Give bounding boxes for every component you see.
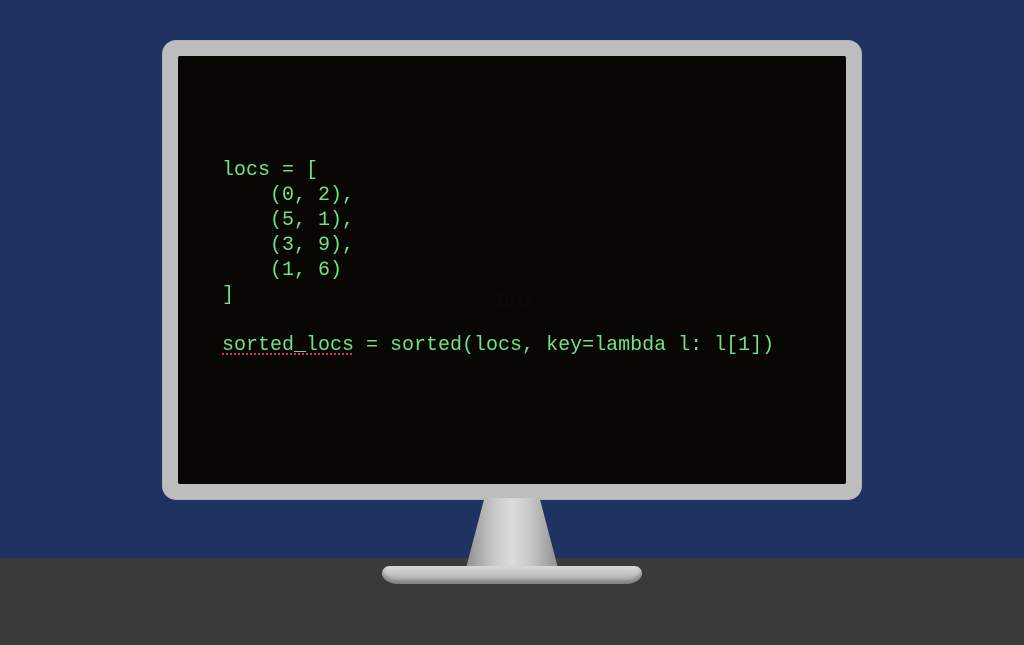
monitor-neck: [466, 498, 558, 568]
code-line-4: (3, 9),: [222, 234, 354, 257]
code-line-5: (1, 6): [222, 259, 342, 282]
code-block: locs = [ (0, 2), (5, 1), (3, 9), (1, 6) …: [222, 158, 826, 358]
code-line-8-rest: = sorted(locs, key=lambda l: l[1]): [354, 334, 774, 357]
identifier-sorted-locs: sorted_locs: [222, 334, 354, 357]
code-line-8: sorted_locs = sorted(locs, key=lambda l:…: [222, 334, 774, 357]
code-line-6: ]: [222, 284, 234, 307]
monitor: Text locs = [ (0, 2), (5, 1), (3, 9), (1…: [162, 40, 862, 588]
code-line-1: locs = [: [222, 159, 318, 182]
monitor-base: [382, 566, 642, 584]
code-line-2: (0, 2),: [222, 184, 354, 207]
scene: Text locs = [ (0, 2), (5, 1), (3, 9), (1…: [0, 0, 1024, 645]
monitor-screen: Text locs = [ (0, 2), (5, 1), (3, 9), (1…: [178, 56, 846, 484]
code-line-3: (5, 1),: [222, 209, 354, 232]
monitor-bezel: Text locs = [ (0, 2), (5, 1), (3, 9), (1…: [162, 40, 862, 500]
